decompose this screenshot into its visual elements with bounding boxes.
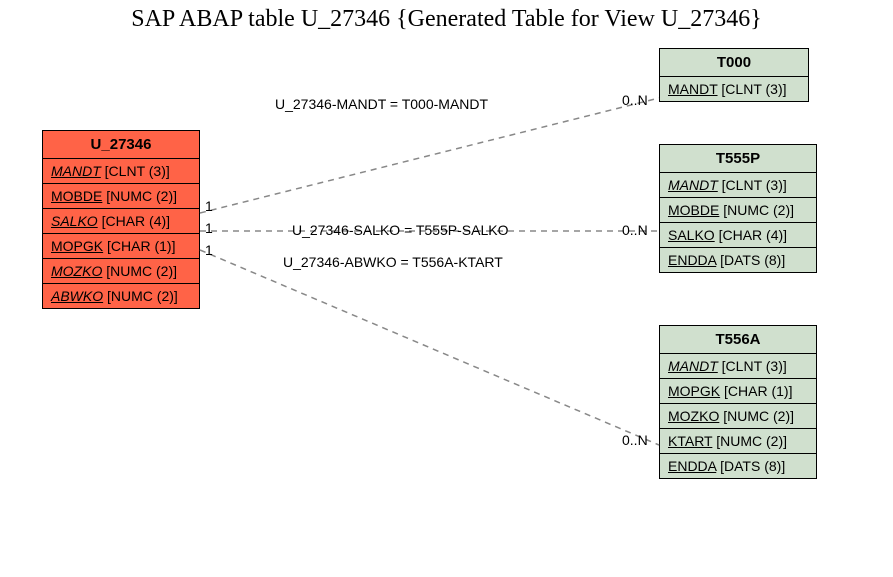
table-row: ABWKO [NUMC (2)]	[43, 284, 199, 308]
cardinality-left-r3: 1	[205, 242, 213, 258]
table-row: SALKO [CHAR (4)]	[43, 209, 199, 234]
table-row: MANDT [CLNT (3)]	[43, 159, 199, 184]
table-t556a-header: T556A	[660, 326, 816, 354]
diagram-title: SAP ABAP table U_27346 {Generated Table …	[0, 6, 893, 33]
cardinality-right-r2: 0..N	[622, 222, 648, 238]
table-row: MOZKO [NUMC (2)]	[660, 404, 816, 429]
relation-label-r1: U_27346-MANDT = T000-MANDT	[275, 96, 488, 112]
table-row: MANDT [CLNT (3)]	[660, 173, 816, 198]
table-row: MANDT [CLNT (3)]	[660, 77, 808, 101]
table-t000-header: T000	[660, 49, 808, 77]
table-t556a: T556A MANDT [CLNT (3)] MOPGK [CHAR (1)] …	[659, 325, 817, 479]
table-row: ENDDA [DATS (8)]	[660, 454, 816, 478]
table-u27346: U_27346 MANDT [CLNT (3)] MOBDE [NUMC (2)…	[42, 130, 200, 309]
cardinality-right-r1: 0..N	[622, 92, 648, 108]
table-row: MOBDE [NUMC (2)]	[660, 198, 816, 223]
relation-label-r3: U_27346-ABWKO = T556A-KTART	[283, 254, 503, 270]
table-row: MANDT [CLNT (3)]	[660, 354, 816, 379]
cardinality-left-r2: 1	[205, 220, 213, 236]
table-row: MOPGK [CHAR (1)]	[43, 234, 199, 259]
table-row: MOBDE [NUMC (2)]	[43, 184, 199, 209]
table-row: KTART [NUMC (2)]	[660, 429, 816, 454]
table-row: ENDDA [DATS (8)]	[660, 248, 816, 272]
relation-label-r2: U_27346-SALKO = T555P-SALKO	[292, 222, 508, 238]
table-u27346-header: U_27346	[43, 131, 199, 159]
cardinality-left-r1: 1	[205, 198, 213, 214]
table-row: MOZKO [NUMC (2)]	[43, 259, 199, 284]
table-row: MOPGK [CHAR (1)]	[660, 379, 816, 404]
table-t555p: T555P MANDT [CLNT (3)] MOBDE [NUMC (2)] …	[659, 144, 817, 273]
cardinality-right-r3: 0..N	[622, 432, 648, 448]
table-t000: T000 MANDT [CLNT (3)]	[659, 48, 809, 102]
table-row: SALKO [CHAR (4)]	[660, 223, 816, 248]
table-t555p-header: T555P	[660, 145, 816, 173]
